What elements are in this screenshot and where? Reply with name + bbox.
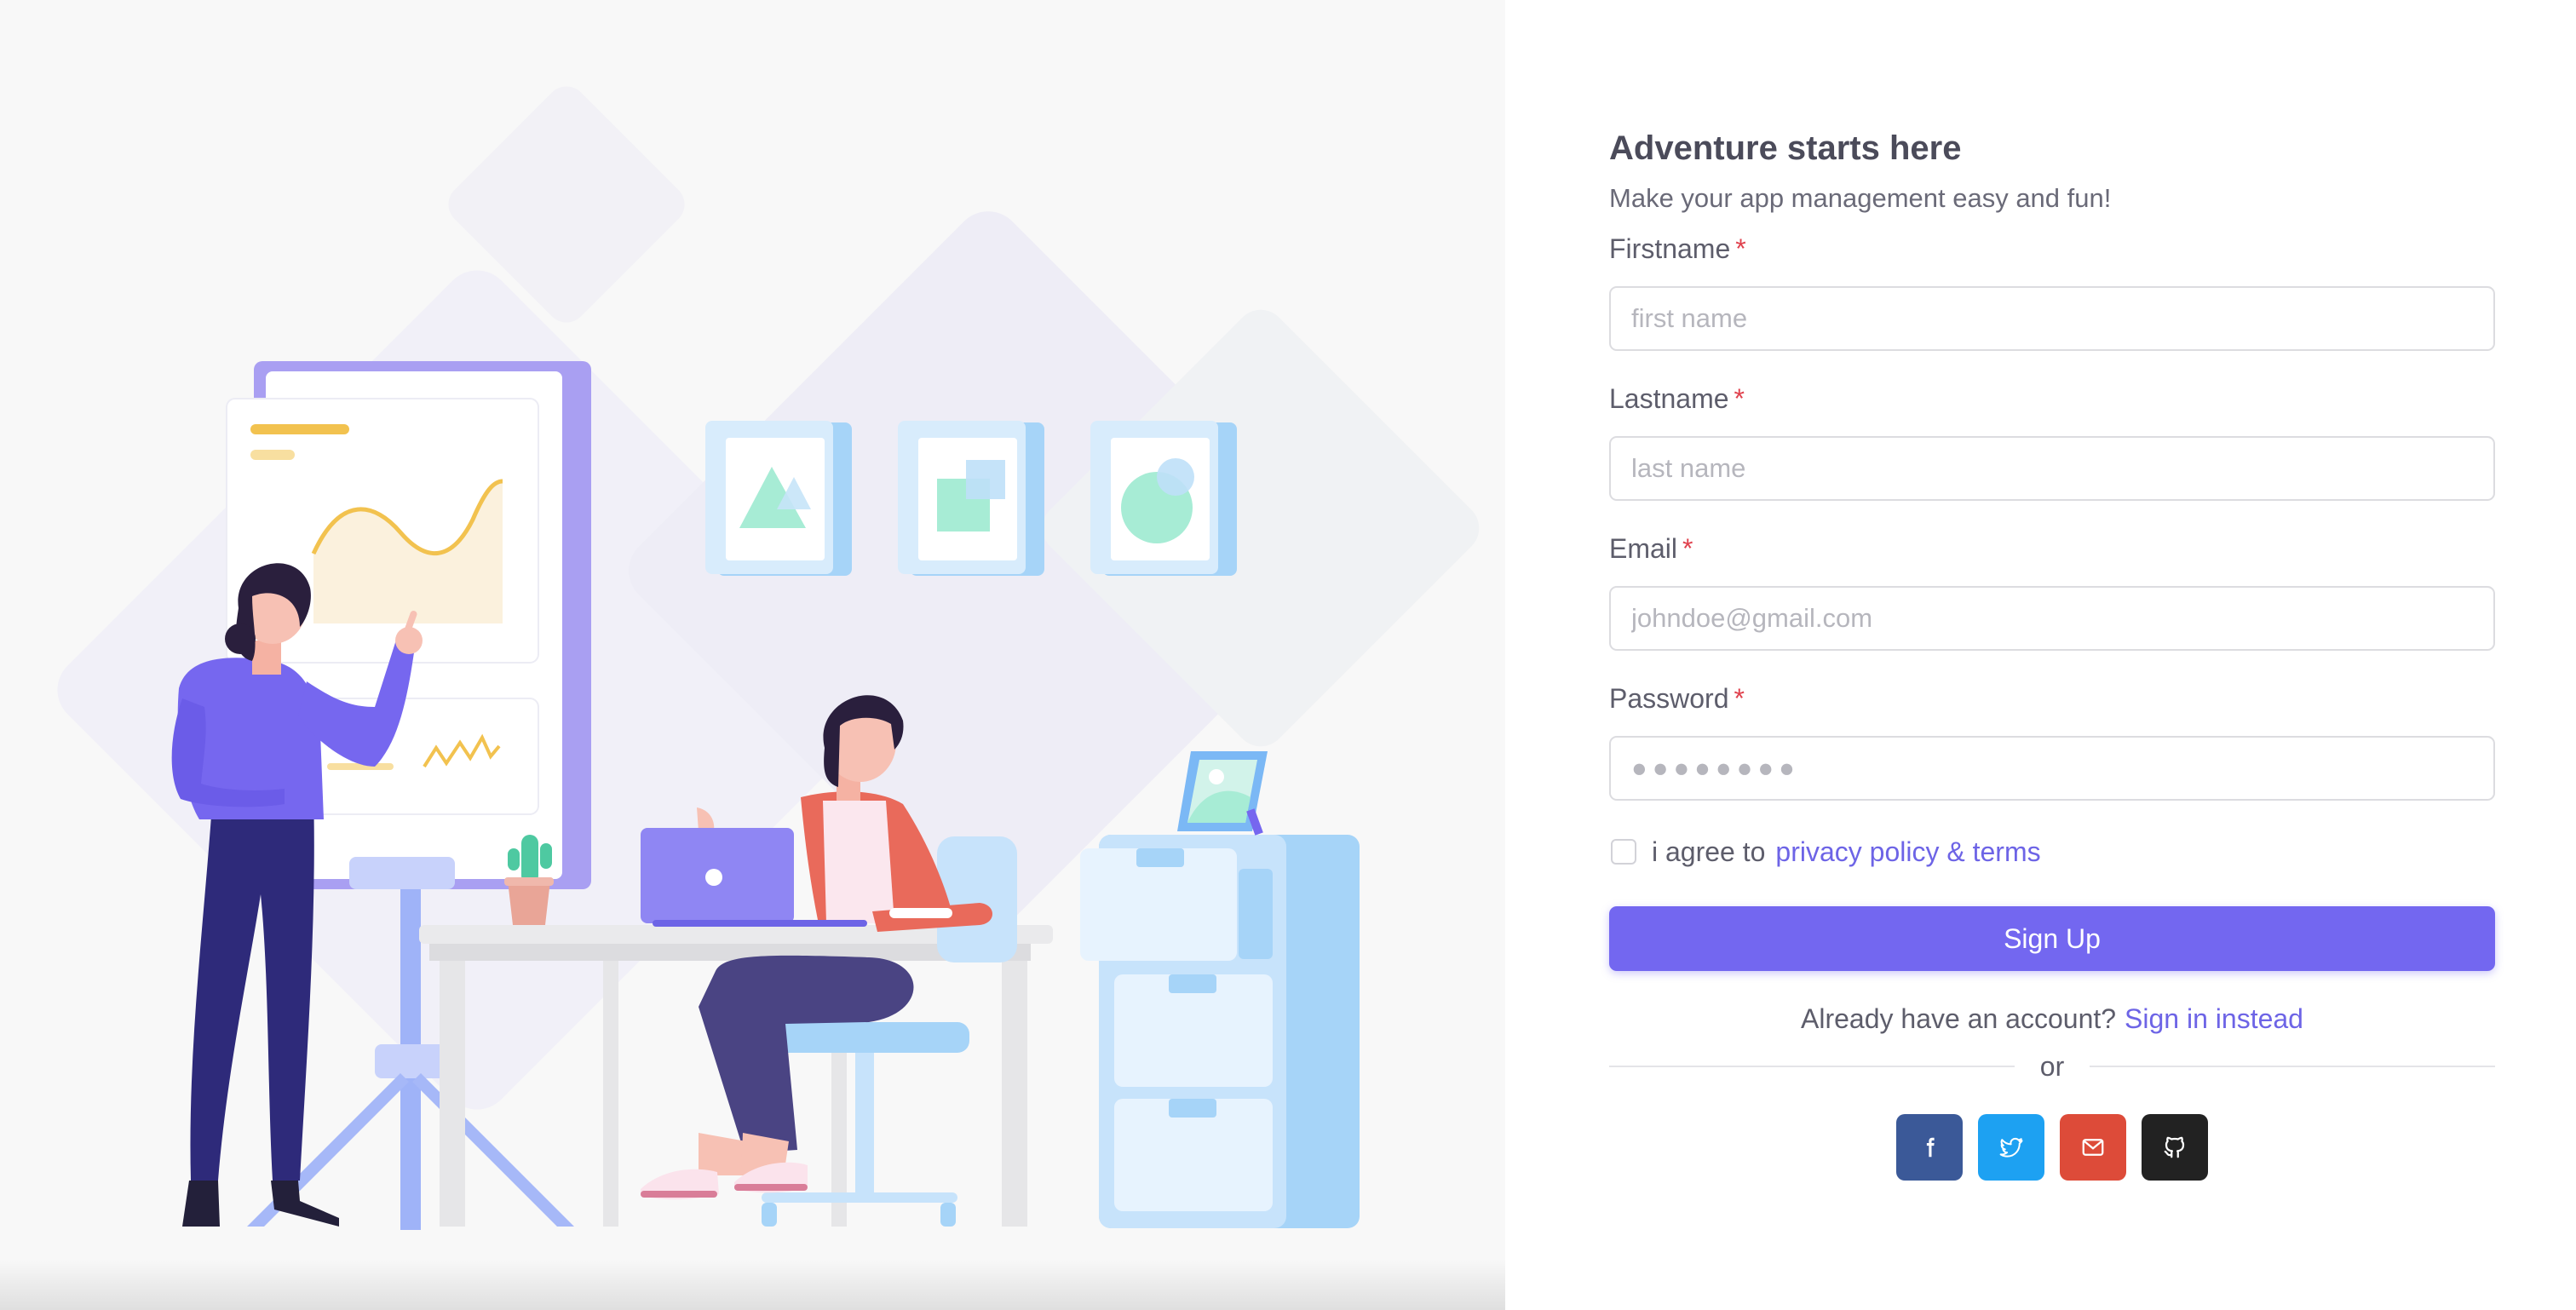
password-input[interactable]: [1609, 736, 2495, 801]
form-subtitle: Make your app management easy and fun!: [1609, 183, 2112, 213]
filing-cabinet: [1080, 835, 1360, 1228]
signin-link[interactable]: Sign in instead: [2125, 1003, 2303, 1034]
signup-panel: Adventure starts here Make your app mana…: [1505, 0, 2576, 1310]
github-icon: [2164, 1136, 2185, 1158]
email-input[interactable]: [1609, 586, 2495, 651]
wall-picture-frames: [705, 421, 1237, 576]
password-label: Password *: [1609, 683, 1745, 714]
signup-form: Adventure starts here Make your app mana…: [1609, 121, 2496, 1181]
facebook-button[interactable]: [1896, 1114, 1963, 1181]
terms-agreement-row: i agree to privacy policy & terms: [1609, 831, 2495, 872]
signup-button[interactable]: Sign Up: [1609, 906, 2495, 971]
firstname-label: Firstname *: [1609, 233, 1746, 264]
email-label: Email *: [1609, 533, 1693, 564]
signin-prompt: Already have an account? Sign in instead: [1609, 997, 2495, 1041]
illustration-panel: [0, 0, 1505, 1310]
lastname-input[interactable]: [1609, 436, 2495, 501]
github-button[interactable]: [2142, 1114, 2208, 1181]
photo-frame: [1177, 751, 1268, 836]
password-field-group: Password *: [1609, 678, 2495, 801]
lastname-field-group: Lastname *: [1609, 378, 2495, 501]
social-login-row: [1609, 1114, 2495, 1181]
divider-text: or: [2039, 1050, 2065, 1082]
required-marker: *: [1734, 383, 1745, 414]
required-marker: *: [1735, 233, 1746, 264]
firstname-field-group: Firstname *: [1609, 228, 2495, 351]
form-title: Adventure starts here: [1609, 129, 1962, 167]
firstname-input[interactable]: [1609, 286, 2495, 351]
facebook-icon: [1926, 1137, 1935, 1158]
agree-label: i agree to: [1652, 836, 1766, 867]
lastname-label: Lastname *: [1609, 383, 1745, 414]
required-marker: *: [1734, 683, 1745, 714]
privacy-terms-link[interactable]: privacy policy & terms: [1775, 836, 2040, 868]
email-field-group: Email *: [1609, 528, 2495, 651]
mail-icon: [2082, 1139, 2104, 1156]
required-marker: *: [1682, 533, 1693, 564]
account-question: Already have an account?: [1801, 1003, 2117, 1034]
divider-line: [2090, 1066, 2496, 1067]
mail-button[interactable]: [2060, 1114, 2126, 1181]
office-illustration: [57, 86, 1480, 1230]
or-divider: or: [1609, 1044, 2496, 1089]
divider-line: [1609, 1066, 2015, 1067]
twitter-button[interactable]: [1978, 1114, 2044, 1181]
twitter-icon: [1999, 1137, 2023, 1158]
terms-checkbox[interactable]: [1611, 839, 1636, 865]
